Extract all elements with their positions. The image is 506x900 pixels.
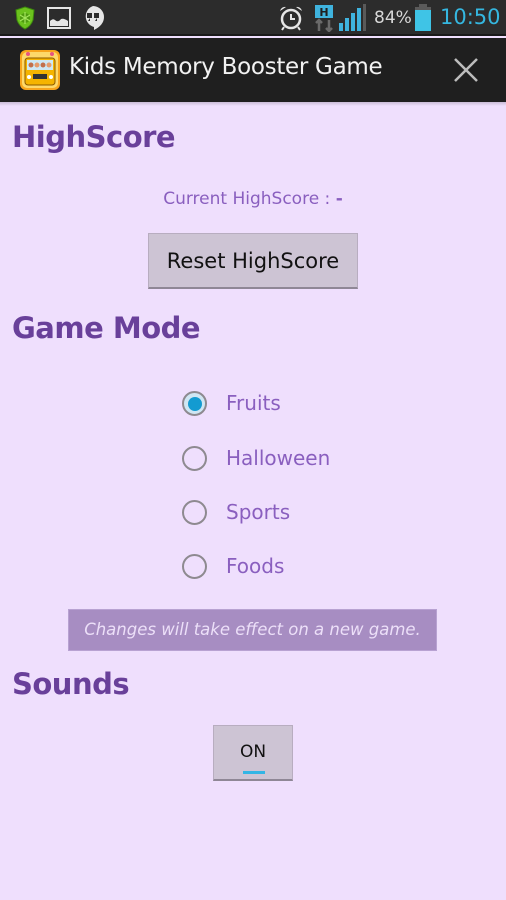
battery-icon bbox=[415, 4, 431, 31]
radio-label: Fruits bbox=[226, 391, 281, 415]
reset-highscore-button[interactable]: Reset HighScore bbox=[148, 233, 358, 289]
current-highscore: Current HighScore : - bbox=[0, 189, 506, 209]
sounds-title: Sounds bbox=[12, 667, 130, 701]
svg-text:H: H bbox=[319, 6, 328, 19]
radio-checked-icon[interactable] bbox=[182, 391, 207, 416]
app-logo-icon bbox=[20, 50, 60, 90]
radio-label: Halloween bbox=[226, 446, 331, 470]
radio-option-halloween[interactable]: Halloween bbox=[182, 441, 382, 481]
current-highscore-label: Current HighScore : bbox=[163, 189, 336, 209]
radio-unchecked-icon[interactable] bbox=[182, 446, 207, 471]
radio-option-foods[interactable]: Foods bbox=[182, 549, 382, 589]
signal-strength-icon bbox=[339, 4, 366, 31]
hangouts-icon bbox=[85, 6, 104, 30]
close-icon[interactable] bbox=[448, 52, 484, 88]
toggle-on-indicator bbox=[243, 771, 265, 774]
battery-percent: 84% bbox=[374, 8, 412, 28]
hspa-data-icon: H bbox=[315, 5, 333, 32]
game-mode-notice: Changes will take effect on a new game. bbox=[68, 609, 437, 651]
alarm-clock-icon bbox=[280, 6, 302, 31]
clock-time: 10:50 bbox=[440, 5, 501, 29]
radio-label: Sports bbox=[226, 500, 291, 524]
status-bar: H 84% 10:50 bbox=[0, 0, 506, 36]
highscore-title: HighScore bbox=[12, 120, 176, 154]
app-title: Kids Memory Booster Game bbox=[69, 54, 383, 80]
sounds-toggle-button[interactable]: ON bbox=[213, 725, 293, 781]
radio-option-sports[interactable]: Sports bbox=[182, 495, 382, 535]
action-bar-shadow bbox=[0, 102, 506, 106]
current-highscore-value: - bbox=[335, 189, 343, 209]
radio-unchecked-icon[interactable] bbox=[182, 554, 207, 579]
game-mode-title: Game Mode bbox=[12, 311, 201, 345]
action-bar: Kids Memory Booster Game bbox=[0, 38, 506, 102]
gallery-image-icon bbox=[47, 7, 71, 29]
radio-label: Foods bbox=[226, 554, 285, 578]
radio-unchecked-icon[interactable] bbox=[182, 500, 207, 525]
radio-option-fruits[interactable]: Fruits bbox=[182, 386, 382, 426]
security-shield-icon bbox=[15, 6, 35, 30]
